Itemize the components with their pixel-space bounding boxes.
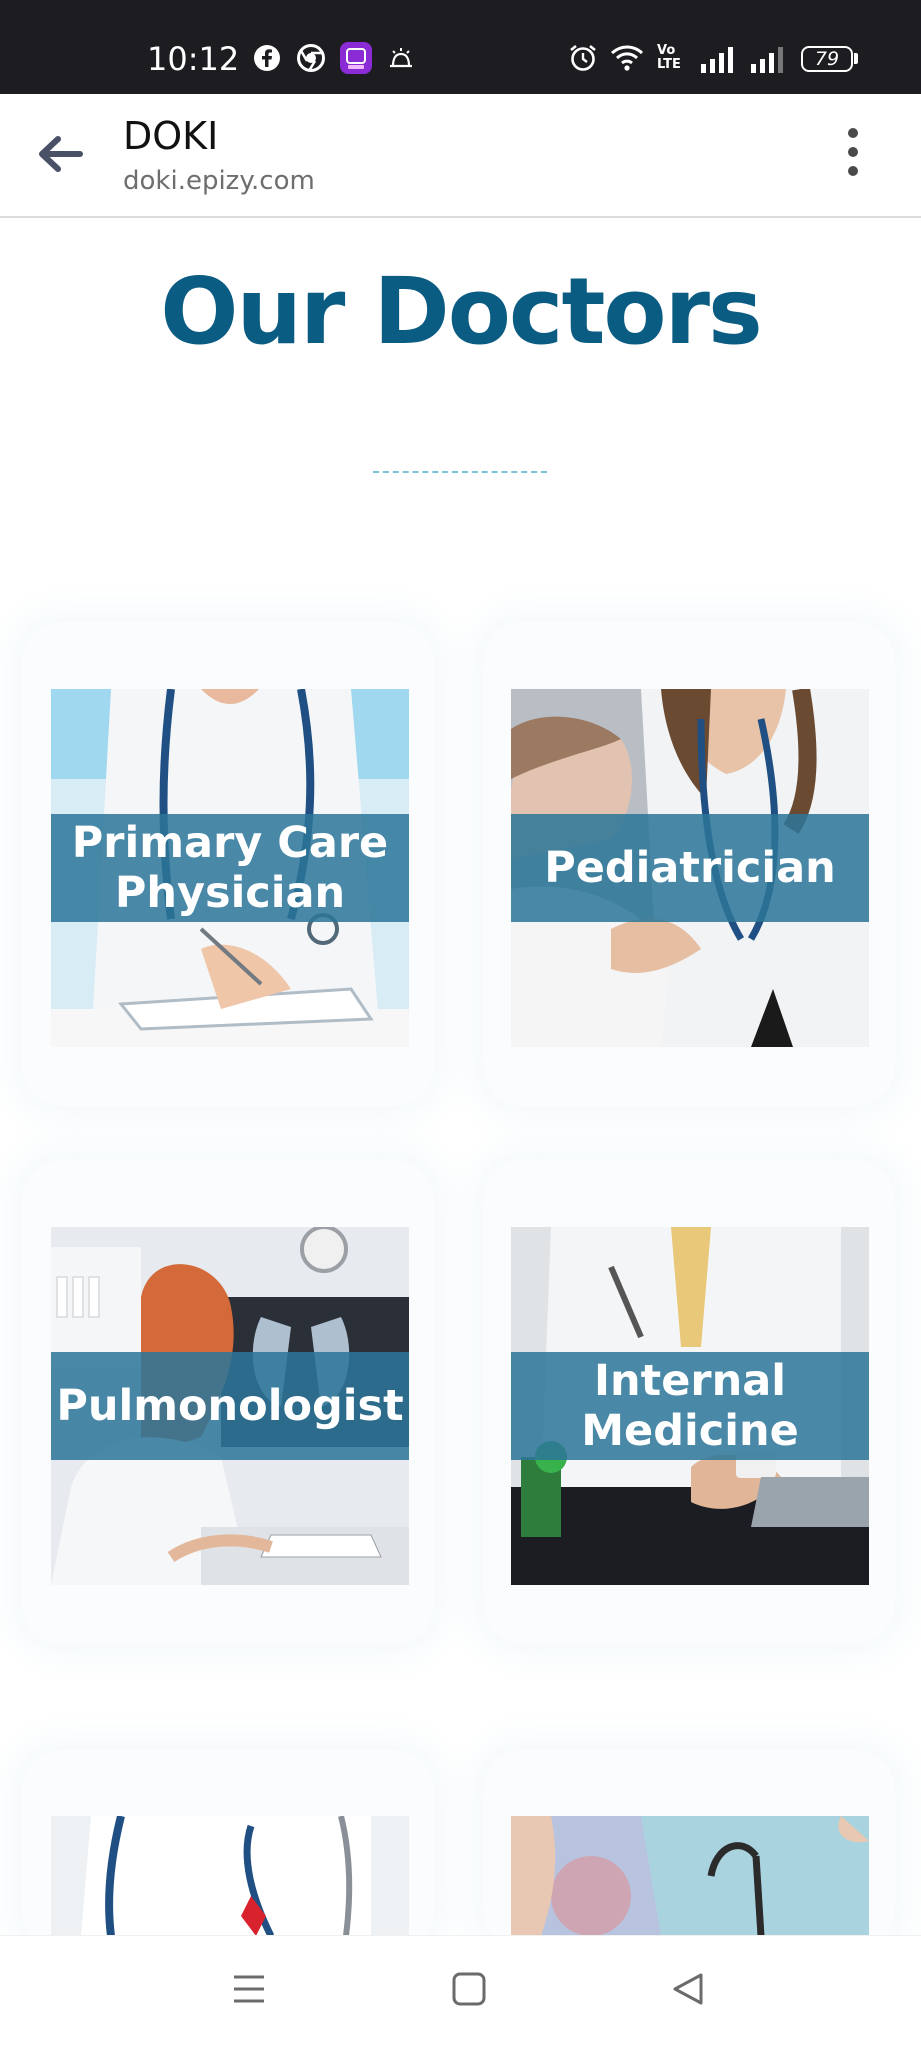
signal-icon — [701, 47, 733, 73]
wifi-icon — [611, 45, 643, 71]
doctor-card-pediatrician[interactable]: Pediatrician — [511, 689, 869, 1047]
custom-tab-toolbar: DOKI doki.epizy.com — [0, 94, 921, 218]
alarm-icon — [570, 44, 596, 71]
status-bar: 10:12 Vo LTE 79 — [0, 0, 921, 94]
back-arrow-icon[interactable] — [36, 134, 84, 174]
notification-icon — [390, 48, 412, 68]
signal-icon-2 — [751, 47, 783, 73]
battery-icon: 79 — [801, 46, 853, 72]
doctor-card-label: Pediatrician — [511, 814, 869, 922]
facebook-icon — [254, 45, 280, 71]
doctor-photo — [51, 1816, 409, 1936]
doctor-card-primary-care[interactable]: Primary Care Physician — [51, 689, 409, 1047]
doctor-card-pulmonologist[interactable]: Pulmonologist — [51, 1227, 409, 1585]
home-icon[interactable] — [452, 1972, 486, 2006]
doctor-card-label: Internal Medicine — [511, 1352, 869, 1460]
doctor-card-internal-medicine[interactable]: Internal Medicine — [511, 1227, 869, 1585]
doctor-card-label: Primary Care Physician — [51, 814, 409, 922]
battery-level: 79 — [814, 48, 840, 70]
heading-divider — [373, 471, 547, 473]
volte-indicator: Vo LTE — [657, 43, 681, 72]
app-icon — [340, 42, 372, 74]
site-title: DOKI — [123, 114, 219, 158]
back-icon[interactable] — [671, 1972, 705, 2006]
status-time: 10:12 — [147, 40, 240, 78]
chrome-icon — [297, 44, 325, 72]
system-nav-bar — [0, 1935, 921, 2049]
doctor-card-label: Pulmonologist — [51, 1352, 409, 1460]
battery-tip — [854, 53, 858, 64]
more-vert-icon[interactable] — [838, 124, 868, 180]
doctor-card-partial[interactable] — [51, 1816, 409, 1936]
site-url[interactable]: doki.epizy.com — [123, 166, 315, 196]
doctor-photo — [511, 1816, 869, 1936]
recents-icon[interactable] — [232, 1972, 266, 2006]
page-title: Our Doctors — [160, 258, 763, 365]
doctor-card-partial[interactable] — [511, 1816, 869, 1936]
